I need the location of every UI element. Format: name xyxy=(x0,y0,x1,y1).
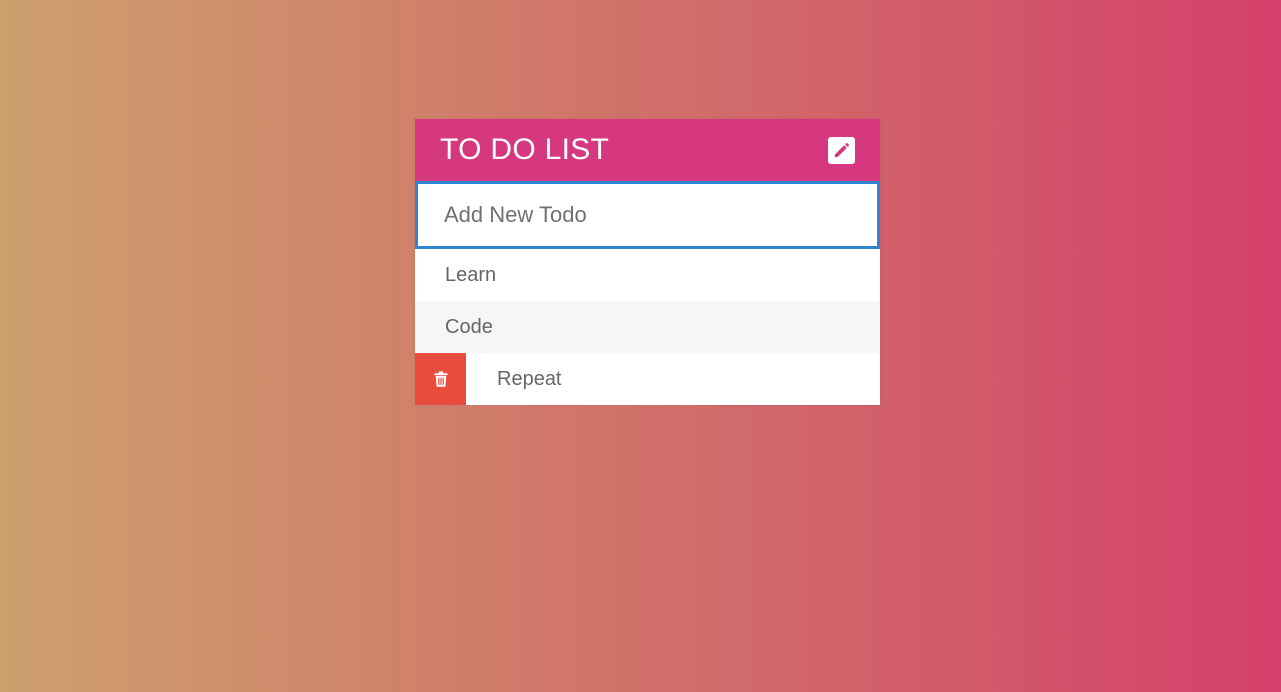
todo-text: Code xyxy=(445,315,493,338)
page-title: TO DO LIST xyxy=(440,133,610,166)
todo-card: TO DO LIST Learn Code xyxy=(415,119,880,405)
toggle-input-button[interactable] xyxy=(828,136,855,164)
new-todo-field xyxy=(415,181,880,249)
pencil-icon xyxy=(834,142,849,157)
todo-list: Learn Code Repeat xyxy=(415,249,880,405)
delete-button[interactable] xyxy=(415,353,466,405)
todo-header: TO DO LIST xyxy=(415,119,880,181)
list-item[interactable]: Code xyxy=(415,301,880,353)
list-item[interactable]: Learn xyxy=(415,249,880,301)
list-item[interactable]: Repeat xyxy=(415,353,880,405)
new-todo-input[interactable] xyxy=(418,184,877,246)
todo-text: Learn xyxy=(445,263,497,286)
todo-text: Repeat xyxy=(497,367,562,390)
trash-icon xyxy=(434,371,447,387)
